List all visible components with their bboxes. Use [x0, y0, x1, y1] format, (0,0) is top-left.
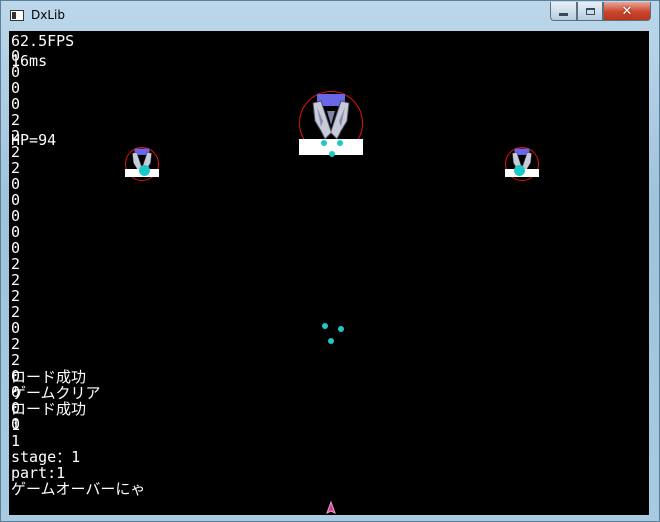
log-line: ゲームオーバーにゃ: [11, 480, 146, 498]
hp-readout: HP=94: [11, 131, 57, 149]
maximize-button[interactable]: [577, 2, 603, 21]
debug-number: 2: [11, 303, 21, 321]
enemy-bullet: [328, 338, 334, 344]
maximize-icon: [585, 7, 595, 15]
log-line: part:1: [11, 464, 66, 482]
debug-number: 0: [11, 207, 21, 225]
enemy-bullet: [338, 326, 344, 332]
title-bar[interactable]: DxLib ✕: [1, 1, 659, 31]
debug-number: 2: [11, 335, 21, 353]
debug-number: 2: [11, 255, 21, 273]
log-line: stage：1: [11, 448, 81, 466]
frame-time: 16ms: [11, 52, 48, 70]
fps-counter: 62.5FPS: [11, 32, 75, 50]
boss-enemy: [299, 91, 363, 157]
debug-number: 2: [11, 271, 21, 289]
player-ship-icon: [326, 501, 336, 515]
debug-number: 2: [11, 287, 21, 305]
debug-log: ロード成功 ゲームクリア ロード成功 1 1 stage：1 part:1 ゲームオーバーにゃ: [11, 369, 145, 497]
debug-number: 0: [11, 239, 21, 257]
right-enemy: [505, 147, 539, 181]
game-canvas[interactable]: 000022220000022220220000 62.5FPS 16ms HP…: [9, 31, 649, 515]
app-icon: [10, 10, 24, 21]
debug-number: 2: [11, 159, 21, 177]
debug-number: 0: [11, 223, 21, 241]
log-line: 1: [11, 416, 21, 434]
right-enemy-bullet: [514, 165, 525, 176]
log-line: ロード成功: [11, 368, 87, 386]
left-enemy: [125, 147, 159, 181]
boss-bullet: [329, 151, 335, 157]
enemy-bullet: [322, 323, 328, 329]
close-button[interactable]: ✕: [603, 2, 651, 21]
close-icon: ✕: [621, 3, 633, 19]
left-enemy-bullet: [139, 165, 150, 176]
debug-number: 0: [11, 79, 21, 97]
debug-number: 0: [11, 319, 21, 337]
debug-number: 0: [11, 95, 21, 113]
window-title: DxLib: [31, 8, 65, 22]
minimize-icon: [559, 12, 568, 16]
debug-number: 0: [11, 175, 21, 193]
log-line: ロード成功: [11, 400, 87, 418]
app-window: DxLib ✕ 000022220000022220220000 62.5FPS…: [0, 0, 660, 522]
debug-number: 2: [11, 351, 21, 369]
log-line: ゲームクリア: [11, 384, 101, 402]
boss-bullet: [337, 140, 343, 146]
log-line: 1: [11, 432, 21, 450]
debug-number: 0: [11, 191, 21, 209]
minimize-button[interactable]: [550, 2, 577, 21]
boss-bullet: [321, 140, 327, 146]
debug-number: 2: [11, 111, 21, 129]
